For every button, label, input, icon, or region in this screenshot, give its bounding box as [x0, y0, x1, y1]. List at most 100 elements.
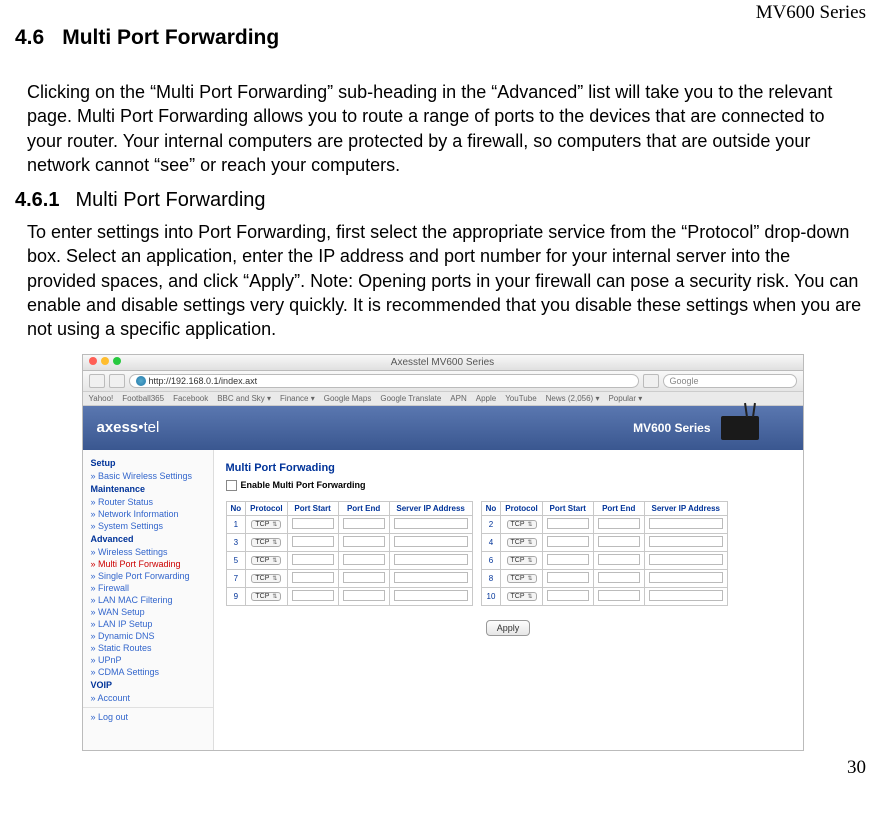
sidebar-item[interactable]: » System Settings — [83, 520, 213, 532]
protocol-select[interactable]: TCP — [507, 556, 537, 565]
sidebar-category: Setup — [83, 456, 213, 470]
sidebar-item[interactable]: » Wireless Settings — [83, 546, 213, 558]
port-start-input[interactable] — [547, 554, 589, 565]
sidebar-item[interactable]: » Multi Port Forwading — [83, 558, 213, 570]
server-ip-input[interactable] — [394, 536, 468, 547]
port-end-input[interactable] — [598, 572, 640, 583]
sidebar-item[interactable]: » Network Information — [83, 508, 213, 520]
bookmark-item[interactable]: Apple — [476, 394, 496, 403]
port-start-input[interactable] — [292, 590, 334, 601]
logo-suffix: tel — [143, 419, 159, 436]
port-end-input[interactable] — [598, 590, 640, 601]
table-header: Server IP Address — [644, 501, 727, 515]
protocol-select[interactable]: TCP — [507, 592, 537, 601]
server-ip-input[interactable] — [394, 554, 468, 565]
globe-icon — [136, 376, 146, 386]
sidebar-item[interactable]: » WAN Setup — [83, 606, 213, 618]
sidebar-item[interactable]: » Dynamic DNS — [83, 630, 213, 642]
port-start-input[interactable] — [547, 536, 589, 547]
app-series-text: MV600 Series — [633, 421, 710, 435]
port-end-input[interactable] — [598, 518, 640, 529]
sidebar-item[interactable]: » Static Routes — [83, 642, 213, 654]
bookmark-item[interactable]: Google Translate — [380, 394, 441, 403]
table-row: 7 TCP — [226, 569, 472, 587]
port-end-input[interactable] — [343, 536, 385, 547]
sidebar-item[interactable]: » Account — [83, 692, 213, 704]
sidebar-item[interactable]: » Router Status — [83, 496, 213, 508]
server-ip-input[interactable] — [649, 572, 723, 583]
port-table-right: NoProtocolPort StartPort EndServer IP Ad… — [481, 501, 728, 606]
port-start-input[interactable] — [547, 572, 589, 583]
bookmark-item[interactable]: BBC and Sky ▾ — [217, 394, 271, 403]
protocol-select[interactable]: TCP — [507, 520, 537, 529]
server-ip-input[interactable] — [394, 590, 468, 601]
bookmark-item[interactable]: Finance ▾ — [280, 394, 315, 403]
sidebar-item[interactable]: » CDMA Settings — [83, 666, 213, 678]
protocol-select[interactable]: TCP — [507, 538, 537, 547]
bookmark-item[interactable]: News (2,056) ▾ — [546, 394, 600, 403]
sidebar-item[interactable]: » LAN IP Setup — [83, 618, 213, 630]
protocol-select[interactable]: TCP — [251, 520, 281, 529]
bookmark-item[interactable]: Yahoo! — [89, 394, 114, 403]
browser-titlebar: Axesstel MV600 Series — [83, 355, 803, 371]
protocol-select[interactable]: TCP — [507, 574, 537, 583]
table-row: 6TCP — [481, 551, 727, 569]
protocol-select[interactable]: TCP — [251, 556, 281, 565]
table-header: Server IP Address — [389, 501, 472, 515]
bookmark-item[interactable]: Facebook — [173, 394, 208, 403]
server-ip-input[interactable] — [394, 572, 468, 583]
server-ip-input[interactable] — [649, 590, 723, 601]
table-header: Protocol — [246, 501, 287, 515]
port-start-input[interactable] — [292, 554, 334, 565]
sidebar: Setup» Basic Wireless SettingsMaintenanc… — [83, 450, 214, 750]
port-start-input[interactable] — [292, 572, 334, 583]
app-header: axess•tel MV600 Series — [83, 406, 803, 450]
address-bar[interactable]: http://192.168.0.1/index.axt — [129, 374, 639, 388]
minimize-icon[interactable] — [101, 357, 109, 365]
port-start-input[interactable] — [547, 590, 589, 601]
nav-forward-button[interactable] — [109, 374, 125, 388]
close-icon[interactable] — [89, 357, 97, 365]
port-end-input[interactable] — [598, 536, 640, 547]
sidebar-logout[interactable]: » Log out — [83, 711, 213, 723]
row-number: 7 — [226, 569, 246, 587]
port-start-input[interactable] — [292, 536, 334, 547]
maximize-icon[interactable] — [113, 357, 121, 365]
port-start-input[interactable] — [547, 518, 589, 529]
protocol-select[interactable]: TCP — [251, 538, 281, 547]
port-end-input[interactable] — [598, 554, 640, 565]
sidebar-item[interactable]: » Basic Wireless Settings — [83, 470, 213, 482]
port-start-input[interactable] — [292, 518, 334, 529]
port-end-input[interactable] — [343, 554, 385, 565]
table-header: Port End — [338, 501, 389, 515]
bookmark-item[interactable]: Popular ▾ — [608, 394, 642, 403]
nav-back-button[interactable] — [89, 374, 105, 388]
apply-button[interactable]: Apply — [486, 620, 531, 636]
sidebar-item[interactable]: » UPnP — [83, 654, 213, 666]
enable-checkbox[interactable] — [226, 480, 237, 491]
sidebar-item[interactable]: » Single Port Forwarding — [83, 570, 213, 582]
row-number: 10 — [481, 587, 501, 605]
bookmarks-bar: Yahoo! Football365 Facebook BBC and Sky ▾ Fi… — [83, 392, 803, 406]
bookmark-item[interactable]: APN — [450, 394, 466, 403]
window-controls[interactable] — [89, 357, 121, 365]
sidebar-item[interactable]: » LAN MAC Filtering — [83, 594, 213, 606]
enable-checkbox-row[interactable]: Enable Multi Port Forwarding — [226, 480, 791, 491]
server-ip-input[interactable] — [649, 518, 723, 529]
reload-button[interactable] — [643, 374, 659, 388]
sidebar-item[interactable]: » Firewall — [83, 582, 213, 594]
bookmark-item[interactable]: Google Maps — [324, 394, 372, 403]
protocol-select[interactable]: TCP — [251, 592, 281, 601]
search-bar[interactable]: Google — [663, 374, 797, 388]
port-end-input[interactable] — [343, 518, 385, 529]
subsection-heading: 4.6.1Multi Port Forwarding — [15, 189, 870, 212]
port-end-input[interactable] — [343, 572, 385, 583]
bookmark-item[interactable]: Football365 — [122, 394, 164, 403]
protocol-select[interactable]: TCP — [251, 574, 281, 583]
app-series-label: MV600 Series — [633, 416, 758, 440]
port-end-input[interactable] — [343, 590, 385, 601]
server-ip-input[interactable] — [649, 536, 723, 547]
server-ip-input[interactable] — [649, 554, 723, 565]
bookmark-item[interactable]: YouTube — [505, 394, 536, 403]
server-ip-input[interactable] — [394, 518, 468, 529]
